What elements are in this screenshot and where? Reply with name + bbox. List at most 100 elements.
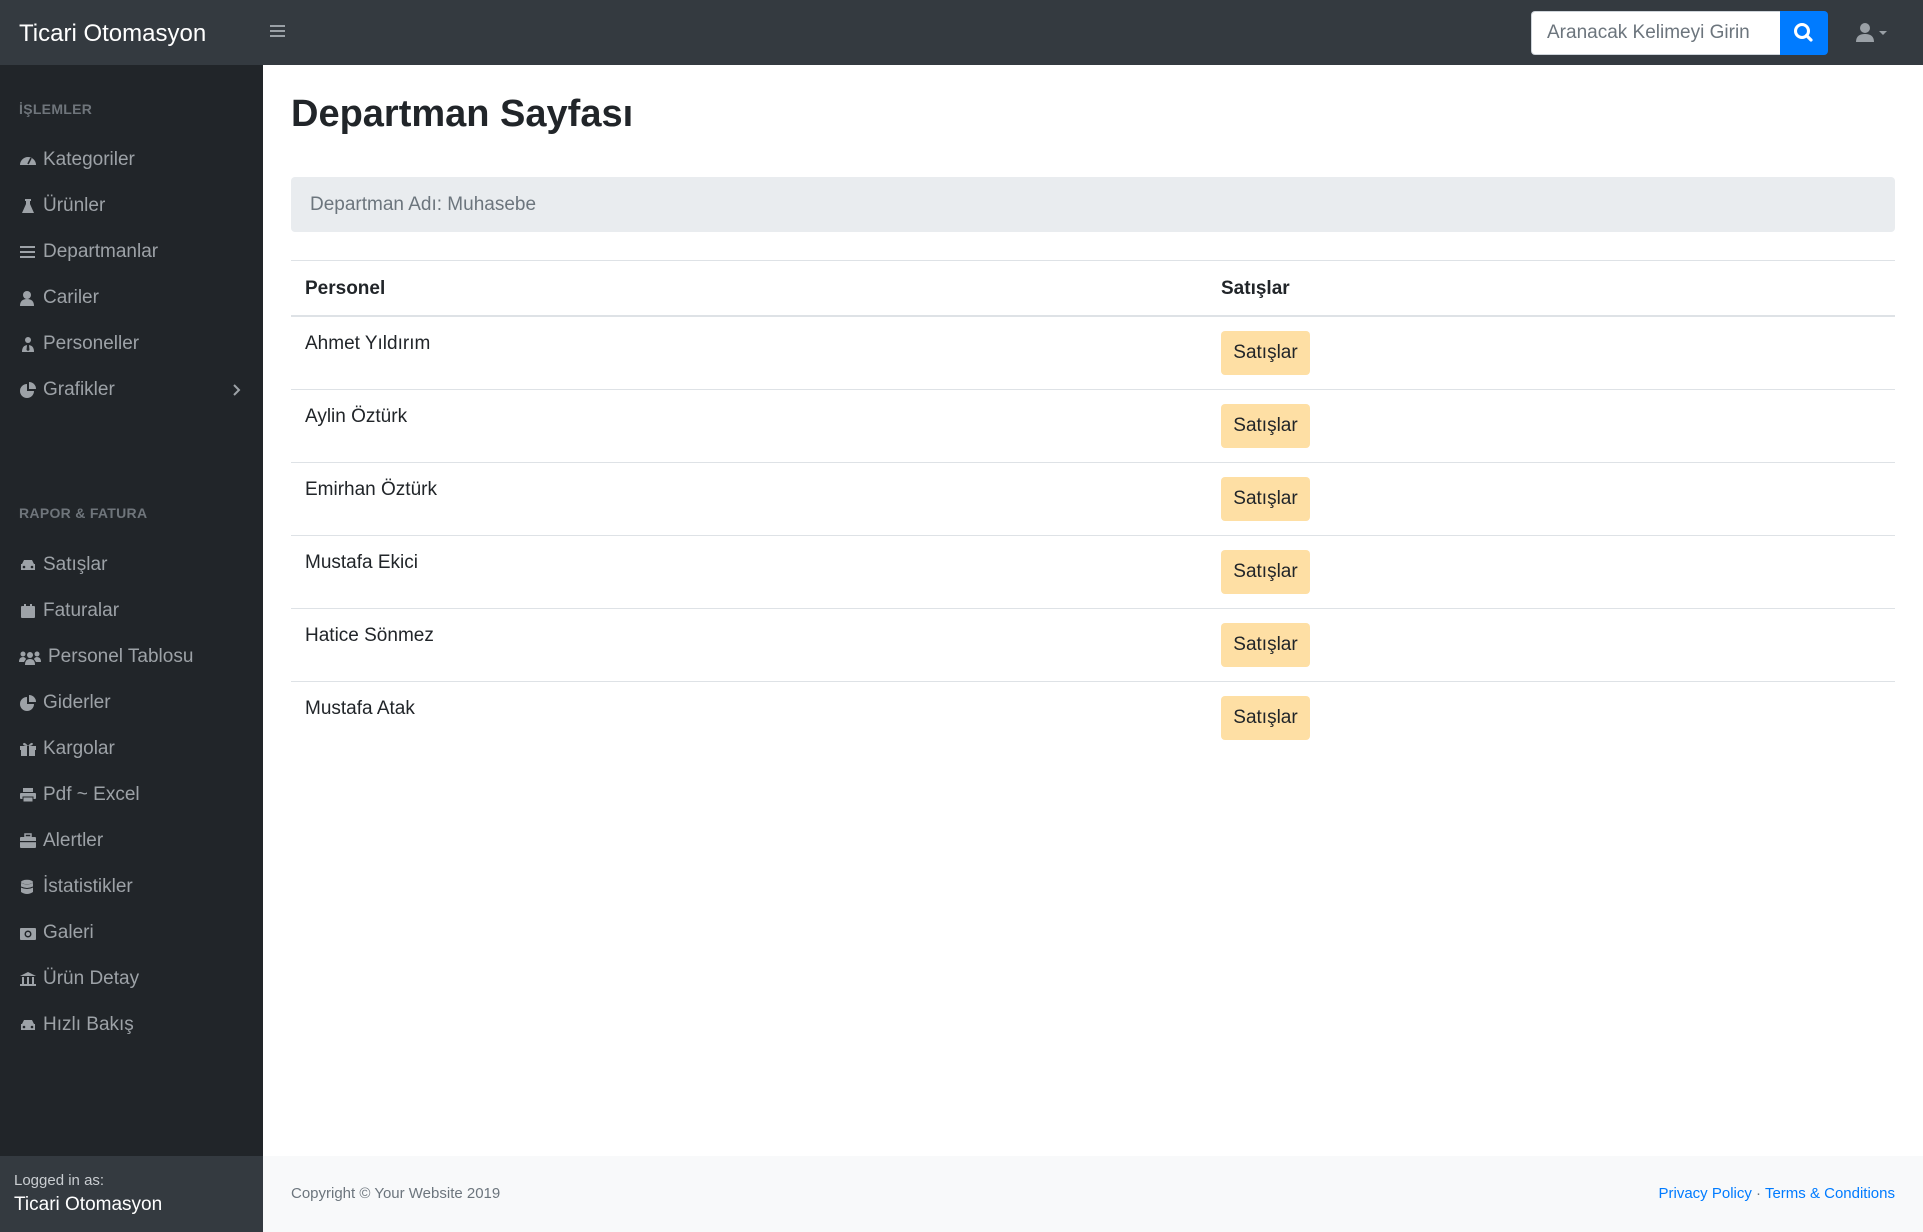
sidebar-heading-operations: İŞLEMLER bbox=[19, 101, 93, 117]
car-icon bbox=[21, 560, 35, 570]
sidebar-item-kargolar[interactable]: Kargolar bbox=[0, 724, 263, 774]
sidebar-item-label: Pdf ~ Excel bbox=[43, 784, 140, 805]
sidebar-item-label: Alertler bbox=[43, 830, 104, 851]
sales-button[interactable]: Satışlar bbox=[1221, 404, 1310, 448]
personnel-name: Mustafa Atak bbox=[305, 698, 415, 719]
camera-icon bbox=[20, 928, 36, 940]
search-form bbox=[1531, 11, 1828, 55]
table-row: Mustafa Ekici Satışlar bbox=[291, 536, 1895, 609]
sidebar-item-label: Giderler bbox=[43, 692, 111, 713]
car-icon bbox=[21, 1020, 35, 1030]
briefcase-icon bbox=[20, 833, 36, 848]
user-menu-dropdown[interactable] bbox=[1855, 20, 1895, 46]
sidebar-heading-reports: RAPOR & FATURA bbox=[19, 505, 148, 521]
people-icon bbox=[19, 651, 41, 665]
copyright-text: Copyright © Your Website 2019 bbox=[291, 1185, 501, 1202]
table-header: Personel Satışlar bbox=[291, 260, 1895, 317]
user-icon bbox=[20, 291, 34, 306]
tachometer-icon bbox=[20, 157, 36, 165]
sales-button[interactable]: Satışlar bbox=[1221, 477, 1310, 521]
sidebar-footer: Logged in as: Ticari Otomasyon bbox=[0, 1156, 263, 1232]
database-icon bbox=[20, 879, 34, 894]
sidebar: İŞLEMLER Kategoriler Ürünler Departmanla… bbox=[0, 65, 263, 1156]
page-title: Departman Sayfası bbox=[291, 93, 634, 135]
chevron-right-icon bbox=[233, 384, 241, 396]
sidebar-item-label: Hızlı Bakış bbox=[43, 1014, 134, 1035]
search-button[interactable] bbox=[1780, 11, 1828, 55]
sales-button[interactable]: Satışlar bbox=[1221, 550, 1310, 594]
personnel-name: Emirhan Öztürk bbox=[305, 479, 437, 500]
sidebar-item-personeller[interactable]: Personeller bbox=[0, 319, 263, 369]
calendar-icon bbox=[21, 604, 35, 618]
sidebar-item-hizli-bakis[interactable]: Hızlı Bakış bbox=[0, 1000, 263, 1050]
sidebar-item-label: Personeller bbox=[43, 333, 140, 354]
department-name: Departman Adı: Muhasebe bbox=[310, 194, 537, 215]
personnel-name: Mustafa Ekici bbox=[305, 552, 418, 573]
logged-in-label: Logged in as: bbox=[14, 1172, 105, 1189]
table-row: Ahmet Yıldırım Satışlar bbox=[291, 317, 1895, 390]
brand-title[interactable]: Ticari Otomasyon bbox=[19, 0, 206, 65]
top-navbar: Ticari Otomasyon bbox=[0, 0, 1923, 65]
footer-separator: · bbox=[1756, 1185, 1762, 1202]
sales-button[interactable]: Satışlar bbox=[1221, 696, 1310, 740]
sidebar-item-label: Kargolar bbox=[43, 738, 115, 759]
sidebar-item-satislar[interactable]: Satışlar bbox=[0, 540, 263, 590]
sidebar-item-label: Galeri bbox=[43, 922, 94, 943]
search-input[interactable] bbox=[1531, 11, 1780, 55]
sidebar-item-label: İstatistikler bbox=[43, 876, 133, 897]
sidebar-item-pdf-excel[interactable]: Pdf ~ Excel bbox=[0, 770, 263, 820]
caret-down-icon bbox=[1879, 31, 1887, 35]
personnel-name: Ahmet Yıldırım bbox=[305, 333, 431, 354]
personnel-name: Aylin Öztürk bbox=[305, 406, 408, 427]
sidebar-item-label: Faturalar bbox=[43, 600, 120, 621]
sidebar-item-label: Personel Tablosu bbox=[48, 646, 194, 667]
sidebar-item-faturalar[interactable]: Faturalar bbox=[0, 586, 263, 636]
sidebar-item-urun-detay[interactable]: Ürün Detay bbox=[0, 954, 263, 1004]
chart-pie-icon bbox=[20, 695, 36, 711]
column-header-satislar: Satışlar bbox=[1221, 278, 1290, 299]
sidebar-item-label: Ürünler bbox=[43, 195, 106, 216]
sidebar-item-giderler[interactable]: Giderler bbox=[0, 678, 263, 728]
sales-button[interactable]: Satışlar bbox=[1221, 623, 1310, 667]
sidebar-item-personel-tablosu[interactable]: Personel Tablosu bbox=[0, 632, 263, 682]
sidebar-item-galeri[interactable]: Galeri bbox=[0, 908, 263, 958]
sidebar-item-label: Ürün Detay bbox=[43, 968, 140, 989]
sidebar-item-departmanlar[interactable]: Departmanlar bbox=[0, 227, 263, 277]
sidebar-item-label: Kategoriler bbox=[43, 149, 135, 170]
sidebar-item-grafikler[interactable]: Grafikler bbox=[0, 365, 263, 415]
bank-icon bbox=[20, 972, 36, 986]
privacy-policy-link[interactable]: Privacy Policy bbox=[1659, 1185, 1752, 1202]
terms-link[interactable]: Terms & Conditions bbox=[1765, 1185, 1895, 1202]
flask-icon bbox=[22, 199, 34, 213]
sidebar-item-label: Grafikler bbox=[43, 379, 115, 400]
main-content: Departman Sayfası Departman Adı: Muhaseb… bbox=[263, 65, 1923, 1156]
footer-links: Privacy Policy · Terms & Conditions bbox=[1659, 1156, 1896, 1232]
sidebar-item-label: Departmanlar bbox=[43, 241, 159, 262]
gift-icon bbox=[20, 742, 36, 756]
print-icon bbox=[20, 788, 36, 803]
sidebar-item-cariler[interactable]: Cariler bbox=[0, 273, 263, 323]
sales-button[interactable]: Satışlar bbox=[1221, 331, 1310, 375]
table-row: Emirhan Öztürk Satışlar bbox=[291, 463, 1895, 536]
department-info-box: Departman Adı: Muhasebe bbox=[291, 177, 1895, 232]
column-header-personel: Personel bbox=[305, 278, 386, 299]
personnel-table: Personel Satışlar Ahmet Yıldırım Satışla… bbox=[291, 260, 1895, 755]
logged-in-name: Ticari Otomasyon bbox=[14, 1194, 163, 1215]
sidebar-item-istatistikler[interactable]: İstatistikler bbox=[0, 862, 263, 912]
sidebar-item-kategoriler[interactable]: Kategoriler bbox=[0, 135, 263, 185]
sidebar-item-urunler[interactable]: Ürünler bbox=[0, 181, 263, 231]
chart-pie-icon bbox=[20, 382, 36, 398]
personnel-name: Hatice Sönmez bbox=[305, 625, 434, 646]
table-row: Aylin Öztürk Satışlar bbox=[291, 390, 1895, 463]
user-tie-icon bbox=[22, 337, 34, 352]
table-row: Mustafa Atak Satışlar bbox=[291, 682, 1895, 755]
sidebar-item-label: Satışlar bbox=[43, 554, 108, 575]
table-row: Hatice Sönmez Satışlar bbox=[291, 609, 1895, 682]
sidebar-item-alertler[interactable]: Alertler bbox=[0, 816, 263, 866]
sidebar-toggle-icon[interactable] bbox=[270, 22, 290, 42]
page-footer: Copyright © Your Website 2019 Privacy Po… bbox=[263, 1156, 1923, 1232]
user-icon bbox=[1856, 23, 1887, 42]
bars-icon bbox=[20, 246, 35, 258]
sidebar-item-label: Cariler bbox=[43, 287, 99, 308]
search-icon bbox=[1794, 23, 1813, 42]
